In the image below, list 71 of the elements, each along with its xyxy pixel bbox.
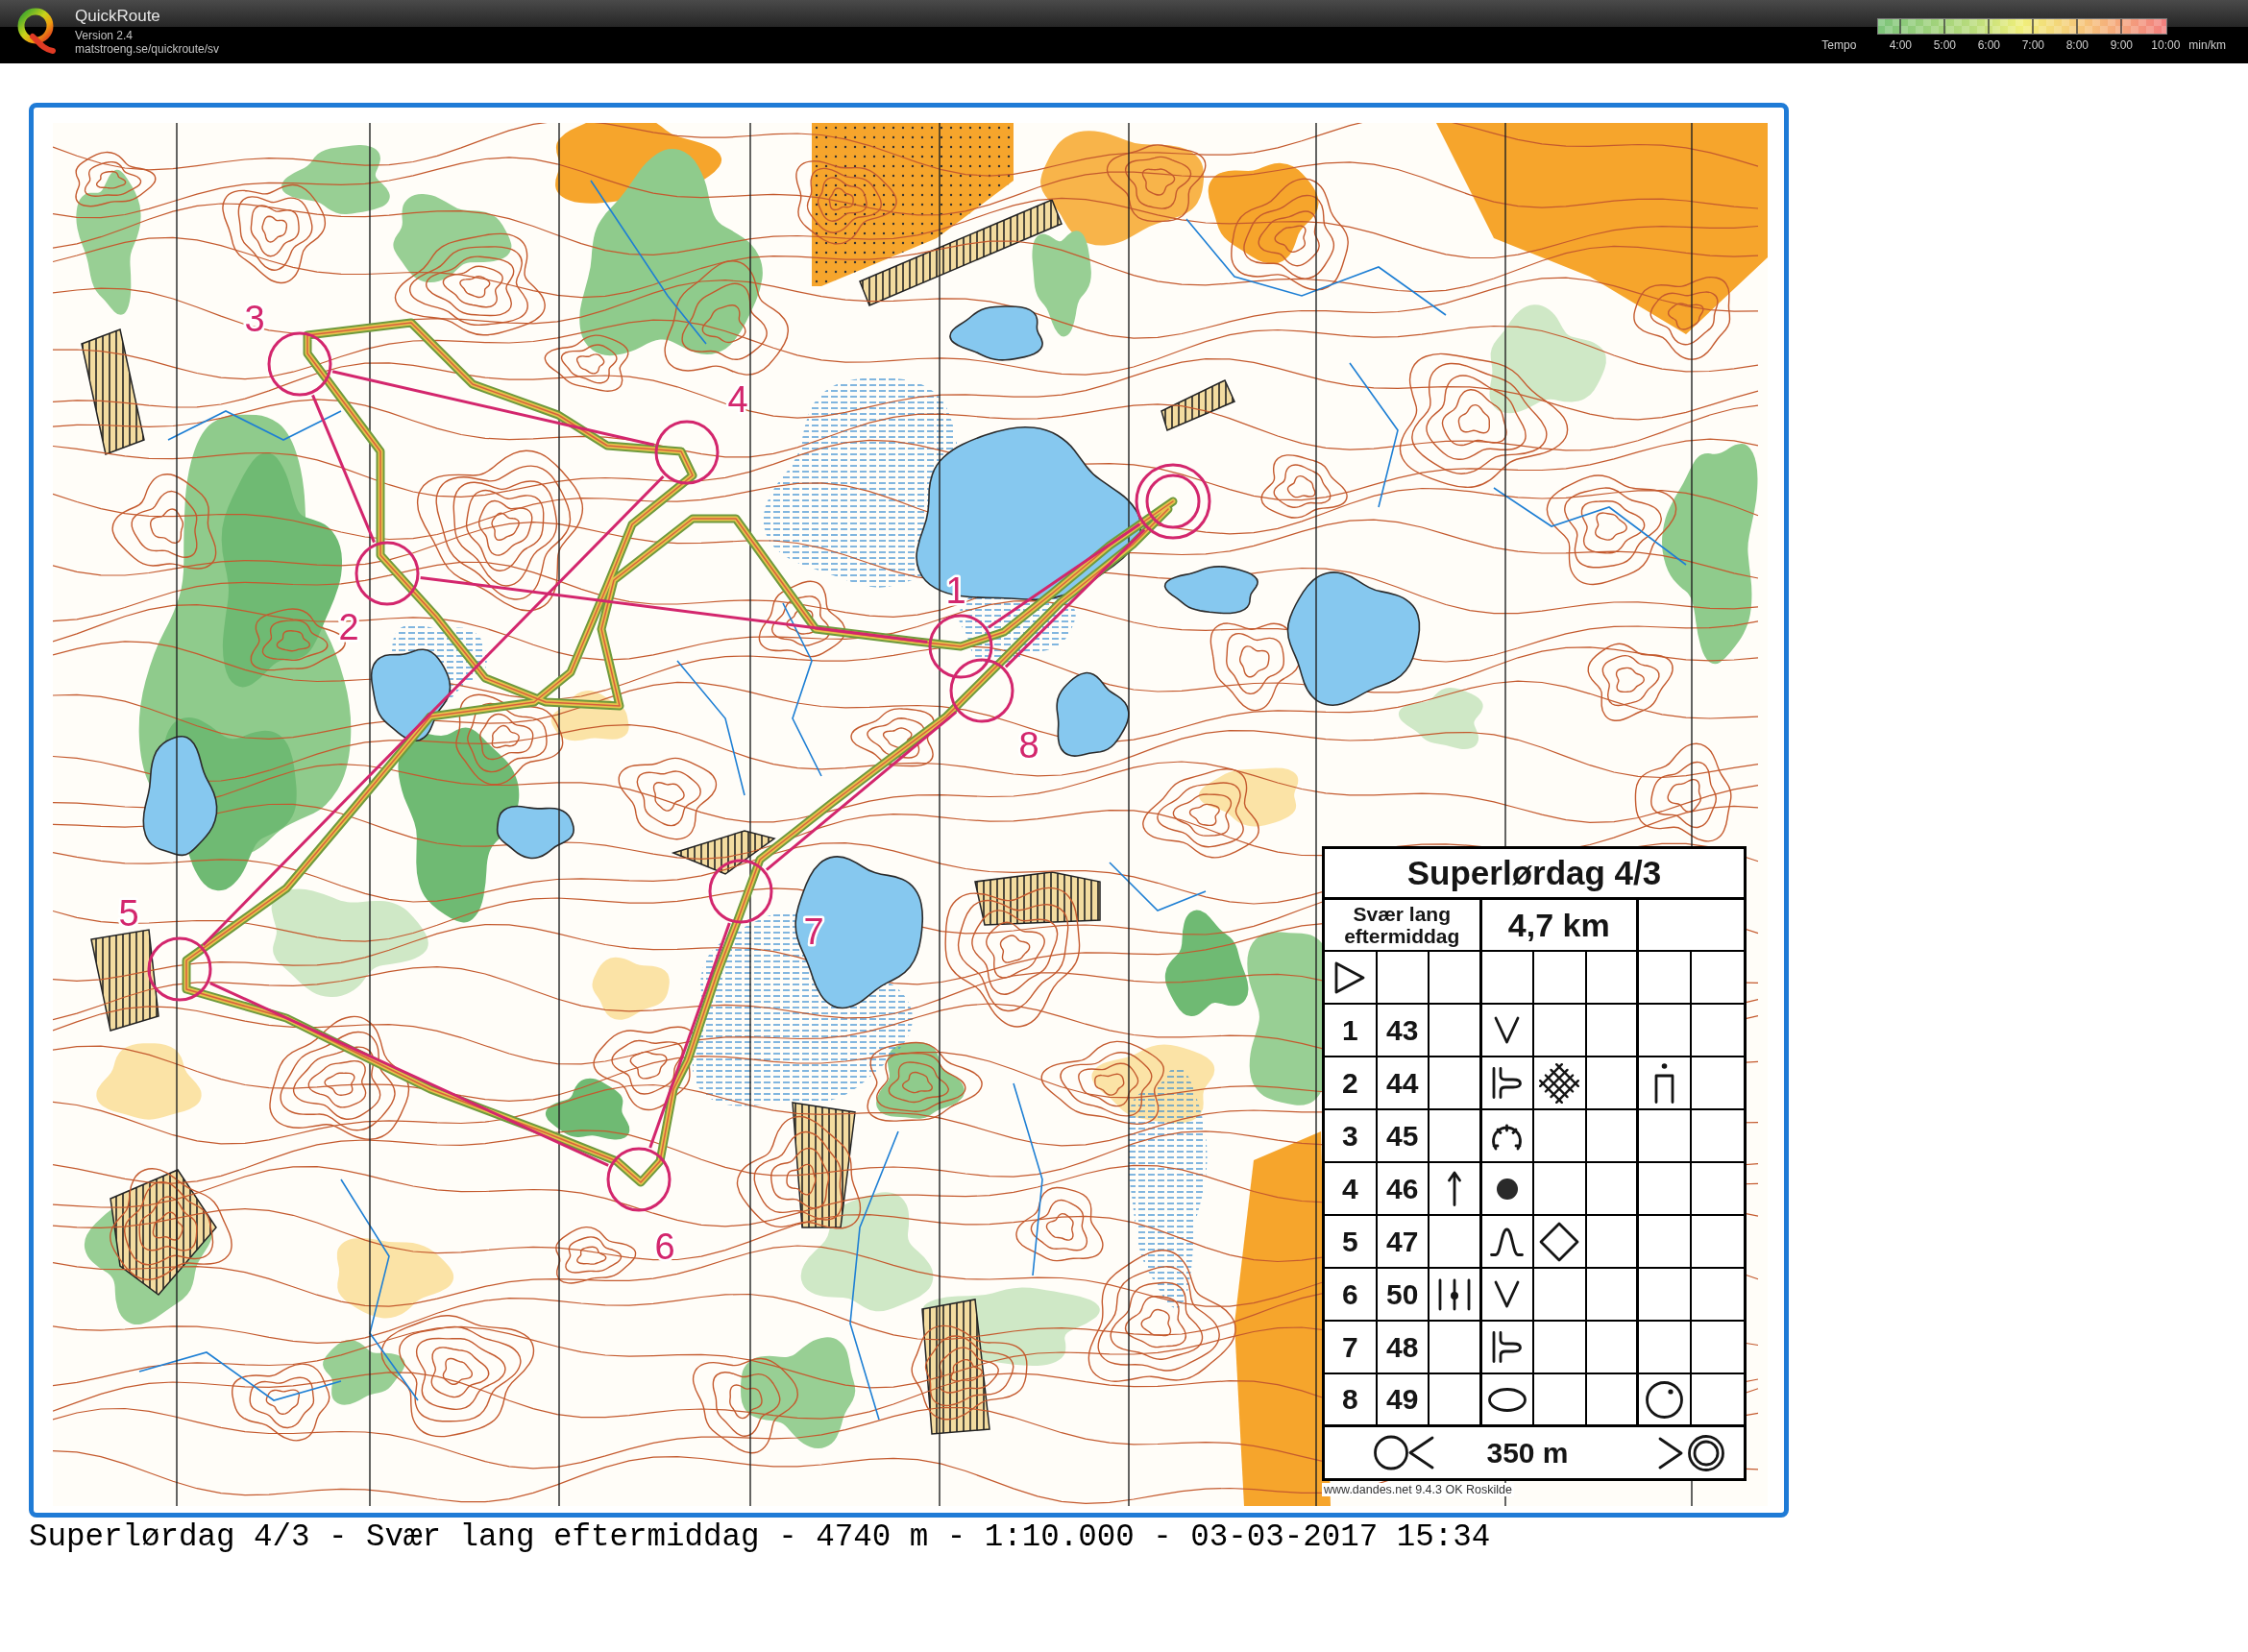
tempo-tick-label: 5:00 — [1932, 38, 1957, 52]
up-arrow-icon — [1447, 1171, 1461, 1206]
control-circle — [267, 331, 332, 397]
control-code: 49 — [1386, 1383, 1419, 1416]
dot-icon — [1496, 1178, 1518, 1200]
control-number: 7 — [803, 911, 824, 952]
diamond-icon — [1539, 1221, 1580, 1262]
chevron-double-circle-icon — [1658, 1434, 1725, 1471]
control-circle — [354, 541, 420, 606]
triangle-icon — [1334, 960, 1366, 994]
control-number: 2 — [1341, 1066, 1358, 1100]
control-circle — [654, 420, 720, 485]
class-name: Svær lang eftermiddag — [1343, 903, 1461, 947]
control-code: 47 — [1386, 1225, 1419, 1258]
tempo-unit: min/km — [2188, 38, 2226, 52]
crosshatch-icon — [1539, 1062, 1580, 1104]
table-cell — [1586, 1322, 1639, 1374]
control-code: 43 — [1386, 1013, 1419, 1047]
tempo-label: Tempo — [1821, 38, 1858, 52]
app-url: matstroeng.se/quickroute/sv — [75, 42, 220, 56]
course-length: 4,7 km — [1507, 907, 1610, 943]
control-circle — [606, 1147, 672, 1212]
map-caption: Superlørdag 4/3 - Svær lang eftermiddag - 4740 m - 1:10.000 - 03-03-2017 15:34 — [29, 1519, 1492, 1556]
table-cell — [1586, 1110, 1639, 1163]
control-code: 45 — [1386, 1119, 1419, 1153]
logo-icon — [17, 7, 56, 55]
tempo-tick-label: 8:00 — [2065, 38, 2089, 52]
bars-dot-icon — [1436, 1277, 1472, 1311]
control-code: 50 — [1386, 1277, 1419, 1311]
circle-chevron-icon — [1374, 1435, 1434, 1470]
control-number: 6 — [654, 1227, 675, 1267]
tempo-tick-label: 9:00 — [2109, 38, 2134, 52]
tempo-tick-label: 10:00 — [2150, 38, 2182, 52]
sheet-title: Superlørdag 4/3 — [1406, 854, 1662, 892]
control-number: 4 — [1341, 1172, 1358, 1205]
table-cell — [1639, 1216, 1692, 1269]
table-cell — [1639, 952, 1692, 1005]
spur-icon — [1492, 1331, 1523, 1363]
control-number: 8 — [1018, 725, 1039, 765]
tempo-tick-label: 6:00 — [1976, 38, 2001, 52]
app-version: Version 2.4 — [75, 29, 134, 42]
spur-icon — [1492, 1067, 1523, 1099]
arch-dot-icon — [1652, 1062, 1675, 1104]
control-circle — [928, 614, 993, 679]
control-circle — [949, 658, 1014, 723]
control-circle — [708, 859, 773, 924]
control-number: 3 — [1341, 1119, 1358, 1153]
ellipse-icon — [1487, 1387, 1527, 1412]
control-number: 6 — [1341, 1277, 1358, 1311]
control-number: 5 — [1341, 1225, 1358, 1258]
circle-dot-icon — [1645, 1380, 1683, 1419]
table-cell — [1639, 1163, 1692, 1216]
control-circle — [147, 936, 212, 1002]
table-cell — [1639, 1269, 1692, 1322]
control-number: 1 — [1341, 1013, 1358, 1047]
control-code: 46 — [1386, 1172, 1419, 1205]
map-credit: www.dandes.net 9.4.3 OK Roskilde — [1322, 1483, 1514, 1496]
table-cell — [1586, 1269, 1639, 1322]
tempo-tick-label: 4:00 — [1888, 38, 1913, 52]
control-number: 7 — [1341, 1330, 1358, 1364]
control-code: 48 — [1386, 1330, 1419, 1364]
finish-distance: 350 m — [1485, 1436, 1570, 1470]
bell-curve-icon — [1490, 1227, 1525, 1256]
tempo-tick-label: 7:00 — [2020, 38, 2045, 52]
app-title: QuickRoute — [75, 7, 161, 26]
control-code: 44 — [1386, 1066, 1419, 1100]
v-shape-icon — [1494, 1016, 1521, 1044]
table-cell — [1586, 1163, 1639, 1216]
table-cell — [1586, 1005, 1639, 1057]
v-shape-icon — [1494, 1280, 1521, 1308]
control-number: 8 — [1341, 1383, 1358, 1416]
